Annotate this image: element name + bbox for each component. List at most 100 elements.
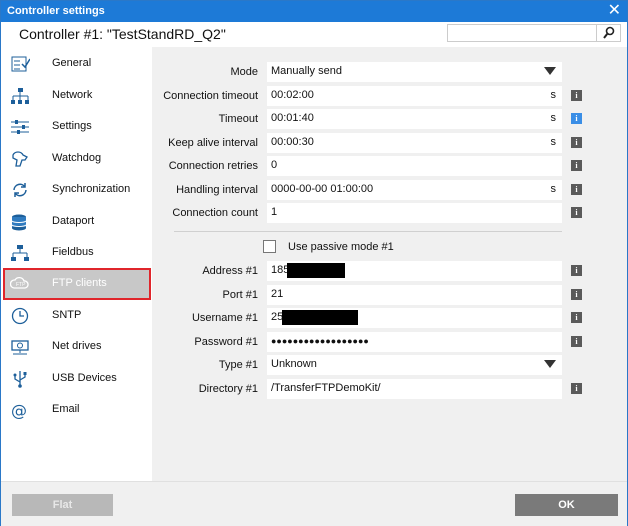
- close-icon[interactable]: ✕: [608, 2, 621, 20]
- sidebar-item-email[interactable]: @ Email: [4, 395, 150, 425]
- sidebar-item-net-drives[interactable]: Net drives: [4, 332, 150, 362]
- directory-row: Directory #1 /TransferFTPDemoKit/ i: [152, 379, 627, 399]
- title-bar: Controller settings ✕: [1, 1, 627, 22]
- keep-alive-value: 00:00:30: [271, 136, 314, 148]
- connection-retries-row: Connection retries 0 i: [152, 156, 627, 176]
- section-divider: [174, 231, 562, 232]
- mode-row: Mode Manually send: [152, 62, 627, 82]
- usb-icon: [10, 370, 30, 388]
- info-icon[interactable]: i: [571, 184, 582, 195]
- ok-button[interactable]: OK: [515, 494, 618, 516]
- password-input[interactable]: ●●●●●●●●●●●●●●●●●●: [267, 332, 562, 352]
- connection-count-row: Connection count 1 i: [152, 203, 627, 223]
- footer: Flat OK: [1, 481, 627, 526]
- sidebar-item-watchdog[interactable]: Watchdog: [4, 144, 150, 174]
- connection-retries-value: 0: [271, 159, 278, 171]
- password-row: Password #1 ●●●●●●●●●●●●●●●●●● i: [152, 332, 627, 352]
- info-icon[interactable]: i: [571, 113, 582, 124]
- type-value: Unknown: [271, 358, 317, 370]
- timeout-input[interactable]: 00:01:40 s: [267, 109, 562, 129]
- handling-interval-input[interactable]: 0000-00-00 01:00:00 s: [267, 180, 562, 200]
- svg-text:@: @: [11, 401, 27, 419]
- directory-label: Directory #1: [198, 383, 258, 395]
- network-icon: [10, 87, 30, 105]
- sidebar-item-label: FTP clients: [52, 277, 107, 289]
- keep-alive-unit: s: [550, 136, 557, 148]
- connection-retries-input[interactable]: 0: [267, 156, 562, 176]
- sidebar-item-label: Synchronization: [52, 183, 131, 195]
- connection-count-value: 1: [271, 206, 278, 218]
- connection-timeout-row: Connection timeout 00:02:00 s i: [152, 86, 627, 106]
- window-title: Controller settings: [7, 5, 105, 17]
- info-icon[interactable]: i: [571, 160, 582, 171]
- controller-title: Controller #1: "TestStandRD_Q2": [19, 26, 226, 42]
- sidebar-item-fieldbus[interactable]: Fieldbus: [4, 238, 150, 268]
- timeout-value: 00:01:40: [271, 112, 314, 124]
- chevron-down-icon[interactable]: [544, 67, 556, 75]
- sidebar-item-ftp-clients[interactable]: FTP FTP clients: [3, 268, 151, 300]
- ftp-settings-form: Mode Manually send Connection timeout 00…: [152, 47, 627, 481]
- email-icon: @: [10, 401, 30, 420]
- search-icon[interactable]: [597, 24, 621, 42]
- connection-timeout-value: 00:02:00: [271, 89, 314, 101]
- mode-label: Mode: [230, 66, 258, 78]
- redaction-block: [282, 310, 358, 325]
- sidebar: General Network Settings Watchdog Synchr…: [1, 47, 152, 481]
- sidebar-item-label: USB Devices: [52, 372, 117, 384]
- header: Controller #1: "TestStandRD_Q2": [1, 22, 627, 48]
- chevron-down-icon[interactable]: [544, 360, 556, 368]
- info-icon[interactable]: i: [571, 137, 582, 148]
- connection-timeout-input[interactable]: 00:02:00 s: [267, 86, 562, 106]
- port-row: Port #1 21 i: [152, 285, 627, 305]
- fieldbus-icon: [10, 244, 30, 262]
- directory-value: /TransferFTPDemoKit/: [271, 382, 381, 394]
- info-icon[interactable]: i: [571, 383, 582, 394]
- redaction-block: [287, 263, 345, 278]
- sidebar-item-label: Dataport: [52, 215, 95, 227]
- password-label: Password #1: [194, 336, 258, 348]
- net-drive-icon: [10, 338, 30, 356]
- sidebar-item-label: Email: [52, 403, 80, 415]
- sidebar-item-usb-devices[interactable]: USB Devices: [4, 364, 150, 394]
- connection-count-label: Connection count: [172, 207, 258, 219]
- sliders-icon: [10, 118, 30, 136]
- info-icon[interactable]: i: [571, 207, 582, 218]
- port-input[interactable]: 21: [267, 285, 562, 305]
- sidebar-item-synchronization[interactable]: Synchronization: [4, 175, 150, 205]
- port-value: 21: [271, 288, 284, 300]
- sidebar-item-sntp[interactable]: SNTP: [4, 301, 150, 331]
- keep-alive-input[interactable]: 00:00:30 s: [267, 133, 562, 153]
- sidebar-item-label: Net drives: [52, 340, 102, 352]
- timeout-row: Timeout 00:01:40 s i: [152, 109, 627, 129]
- info-icon[interactable]: i: [571, 265, 582, 276]
- passive-mode-checkbox[interactable]: [263, 240, 276, 253]
- info-icon[interactable]: i: [571, 289, 582, 300]
- keep-alive-label: Keep alive interval: [168, 137, 258, 149]
- passive-mode-label: Use passive mode #1: [288, 241, 394, 253]
- keep-alive-row: Keep alive interval 00:00:30 s i: [152, 133, 627, 153]
- type-select[interactable]: Unknown: [267, 355, 562, 375]
- ftp-cloud-icon: FTP: [9, 275, 30, 293]
- controller-settings-window: Controller settings ✕ Controller #1: "Te…: [0, 0, 628, 526]
- mode-select[interactable]: Manually send: [267, 62, 562, 82]
- search-input[interactable]: [447, 24, 597, 42]
- address-label: Address #1: [202, 265, 258, 277]
- sidebar-item-label: Network: [52, 89, 93, 101]
- info-icon[interactable]: i: [571, 336, 582, 347]
- sidebar-item-network[interactable]: Network: [4, 81, 150, 111]
- timeout-label: Timeout: [218, 113, 258, 125]
- info-icon[interactable]: i: [571, 90, 582, 101]
- clock-icon: [10, 307, 30, 325]
- info-icon[interactable]: i: [571, 312, 582, 323]
- sidebar-item-label: General: [52, 57, 92, 69]
- sidebar-item-settings[interactable]: Settings: [4, 112, 150, 142]
- directory-input[interactable]: /TransferFTPDemoKit/: [267, 379, 562, 399]
- sidebar-item-dataport[interactable]: Dataport: [4, 207, 150, 237]
- connection-count-input[interactable]: 1: [267, 203, 562, 223]
- sidebar-item-label: Settings: [52, 120, 92, 132]
- sidebar-item-general[interactable]: General: [4, 49, 150, 79]
- flat-button[interactable]: Flat: [12, 494, 113, 516]
- handling-interval-label: Handling interval: [176, 184, 258, 196]
- connection-timeout-unit: s: [550, 89, 557, 101]
- type-row: Type #1 Unknown: [152, 355, 627, 375]
